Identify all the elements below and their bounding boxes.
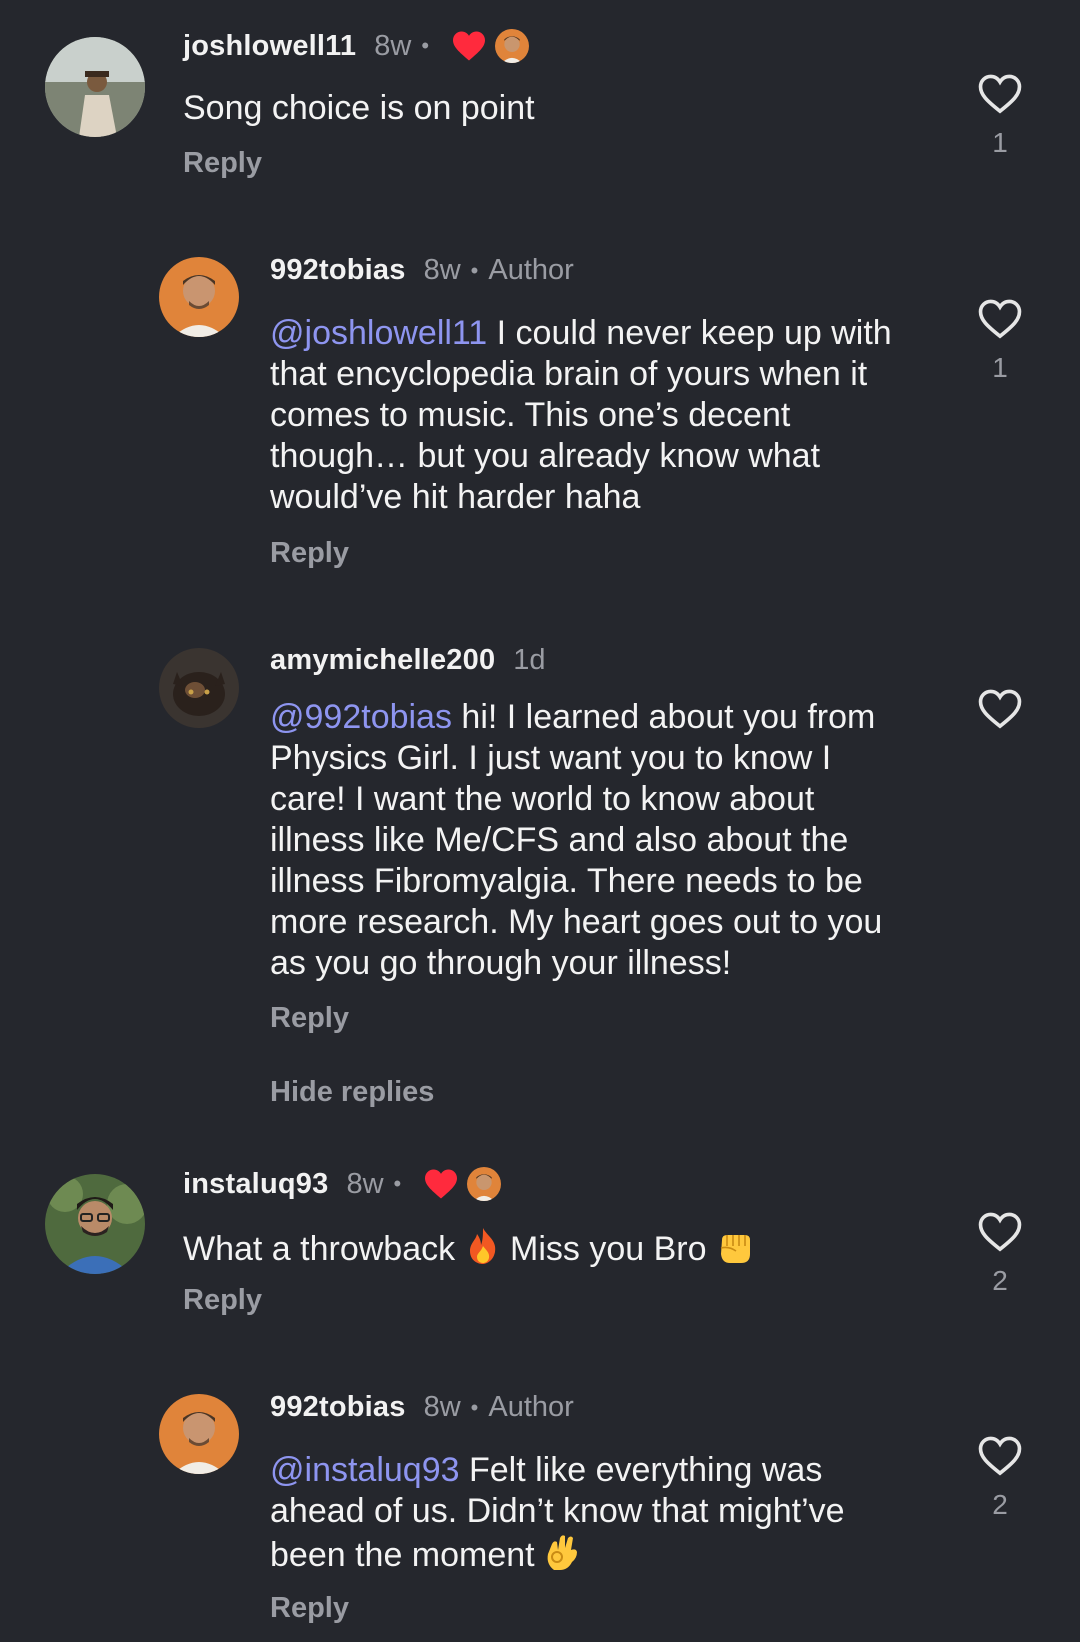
fire-emoji [469, 1228, 495, 1264]
username[interactable]: 992tobias [270, 1391, 406, 1424]
text-line: though… but you already know what [270, 437, 821, 475]
avatar-joshlowell11[interactable] [45, 37, 145, 137]
username[interactable]: instaluq93 [183, 1168, 328, 1201]
text-line: more research. My heart goes out to you [270, 903, 883, 941]
ok-hand-emoji [547, 1535, 578, 1570]
avatar-992tobias[interactable] [159, 1394, 239, 1474]
author-avatar-mini [467, 1167, 502, 1201]
mention-link[interactable]: @992tobias [270, 698, 452, 736]
reply-button[interactable]: Reply [270, 1002, 349, 1035]
timestamp: 1d [513, 644, 546, 676]
reply-button[interactable]: Reply [183, 1284, 262, 1317]
like-count: 1 [992, 127, 1008, 158]
heart-filled-icon [453, 31, 486, 61]
heart-outline-icon[interactable] [977, 298, 1023, 340]
separator-dot: • [470, 1394, 479, 1420]
timestamp: 8w [423, 1391, 461, 1423]
comment-text: @992tobias hi! I learned about you from … [270, 697, 920, 984]
separator-dot: • [470, 257, 479, 283]
username[interactable]: 992tobias [270, 254, 406, 287]
text-line: would’ve hit harder haha [270, 478, 641, 516]
mention-link[interactable]: @instaluq93 [270, 1451, 460, 1489]
reply-button[interactable]: Reply [270, 1592, 349, 1625]
text-line: ahead of us. Didn’t know that might’ve [270, 1492, 845, 1530]
author-badge: Author [488, 254, 574, 286]
text-line: comes to music. This one’s decent [270, 396, 791, 434]
username[interactable]: joshlowell11 [183, 30, 356, 63]
heart-outline-icon[interactable] [977, 73, 1023, 115]
text-part: What a throwback [183, 1230, 465, 1268]
text-line: been the moment [270, 1536, 545, 1574]
timestamp: 8w [423, 254, 461, 286]
text-line: Felt like everything was [459, 1451, 823, 1489]
heart-filled-icon [425, 1169, 458, 1199]
author-avatar-mini [495, 29, 530, 63]
comment-text: Song choice is on point [183, 89, 535, 127]
heart-outline-icon[interactable] [977, 1211, 1023, 1253]
username[interactable]: amymichelle200 [270, 644, 495, 677]
like-count: 2 [992, 1265, 1008, 1296]
separator-dot: • [393, 1171, 402, 1196]
comment-text: What a throwback Miss you Bro [183, 1226, 754, 1270]
mention-link[interactable]: @joshlowell11 [270, 314, 487, 352]
timestamp: 8w [346, 1167, 384, 1200]
text-line: that encyclopedia brain of yours when it [270, 355, 868, 393]
text-line: hi! I learned about you from [451, 698, 876, 736]
like-count: 1 [992, 352, 1008, 383]
heart-outline-icon[interactable] [977, 1435, 1023, 1477]
avatar-instaluq93[interactable] [45, 1174, 145, 1274]
like-count: 2 [992, 1489, 1008, 1520]
heart-outline-icon[interactable] [977, 688, 1023, 730]
separator-dot: • [421, 33, 430, 58]
author-badge: Author [488, 1391, 574, 1423]
text-part: Miss you Bro [500, 1230, 716, 1268]
timestamp: 8w [374, 29, 412, 62]
comment-text: @joshlowell11 I could never keep up with… [270, 313, 920, 518]
comment-text: @instaluq93 Felt like everything was ahe… [270, 1450, 920, 1576]
text-line: Physics Girl. I just want you to know I [270, 739, 832, 777]
text-line: I could never keep up with [487, 314, 892, 352]
reply-button[interactable]: Reply [270, 537, 349, 570]
text-line: as you go through your illness! [270, 944, 732, 982]
text-line: illness Fibromyalgia. There needs to be [270, 862, 863, 900]
reply-button[interactable]: Reply [183, 147, 262, 180]
hide-replies-button[interactable]: Hide replies [270, 1076, 434, 1109]
avatar-992tobias[interactable] [159, 257, 239, 337]
fist-emoji [720, 1235, 750, 1263]
avatar-amymichelle200[interactable] [159, 648, 239, 728]
text-line: illness like Me/CFS and also about the [270, 821, 849, 859]
text-line: care! I want the world to know about [270, 780, 815, 818]
